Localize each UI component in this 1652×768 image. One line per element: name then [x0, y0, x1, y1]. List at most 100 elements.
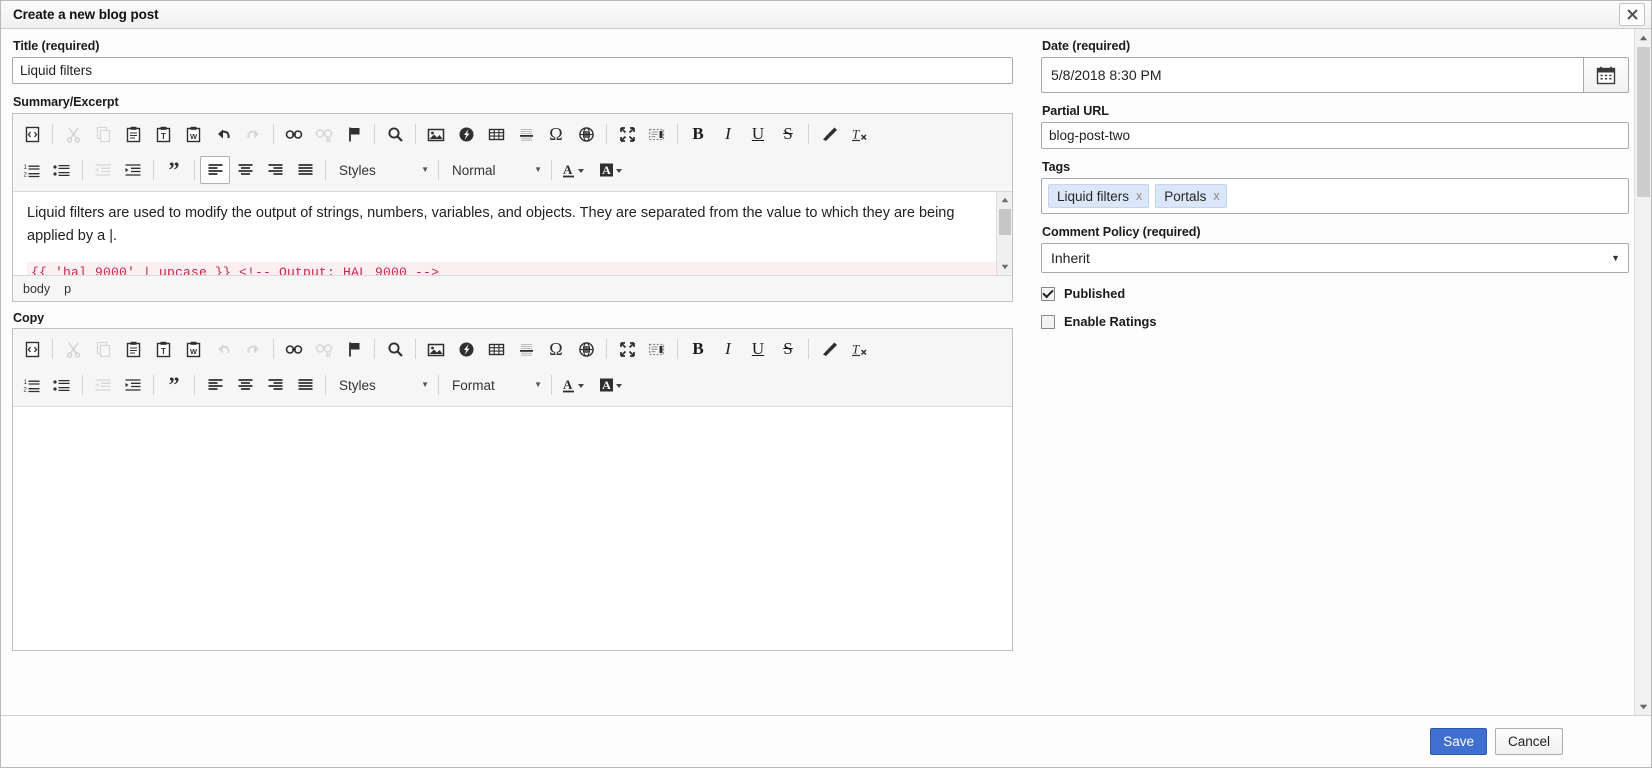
iframe-globe-icon[interactable]: [571, 120, 601, 148]
tag-pill[interactable]: Portals x: [1155, 184, 1227, 208]
partial-url-input[interactable]: [1041, 122, 1629, 149]
paste-text-icon[interactable]: T: [148, 120, 178, 148]
calendar-icon[interactable]: [1583, 57, 1629, 93]
table-icon[interactable]: [481, 120, 511, 148]
paste-word-icon[interactable]: W: [178, 120, 208, 148]
copy-editor-content[interactable]: [13, 407, 1012, 650]
element-path-item-body[interactable]: body: [23, 282, 50, 296]
anchor-flag-icon[interactable]: [339, 335, 369, 363]
paste-word-icon[interactable]: W: [178, 335, 208, 363]
scroll-up-icon[interactable]: [1635, 29, 1651, 46]
justify-icon[interactable]: [290, 371, 320, 399]
blockquote-icon[interactable]: ”: [159, 156, 189, 184]
tag-remove-icon[interactable]: x: [1136, 190, 1142, 203]
styles-dropdown[interactable]: Styles ▼: [331, 372, 433, 398]
search-icon[interactable]: [380, 120, 410, 148]
copy-formatting-icon[interactable]: [814, 335, 844, 363]
text-color-icon[interactable]: A: [557, 156, 595, 184]
show-blocks-icon[interactable]: [642, 335, 672, 363]
bold-icon[interactable]: B: [683, 120, 713, 148]
underline-icon[interactable]: U: [743, 335, 773, 363]
cut-icon[interactable]: [58, 335, 88, 363]
italic-icon[interactable]: I: [713, 335, 743, 363]
background-color-icon[interactable]: A: [595, 371, 633, 399]
paste-icon[interactable]: [118, 335, 148, 363]
undo-icon[interactable]: [208, 120, 238, 148]
redo-icon[interactable]: [238, 120, 268, 148]
outdent-icon[interactable]: [88, 371, 118, 399]
numbered-list-icon[interactable]: 12: [17, 371, 47, 399]
format-dropdown[interactable]: Normal ▼: [444, 157, 546, 183]
tags-input[interactable]: Liquid filters x Portals x: [1041, 178, 1629, 214]
bulleted-list-icon[interactable]: [47, 371, 77, 399]
copy-icon[interactable]: [88, 120, 118, 148]
anchor-flag-icon[interactable]: [339, 120, 369, 148]
text-color-icon[interactable]: A: [557, 371, 595, 399]
copy-formatting-icon[interactable]: [814, 120, 844, 148]
summary-editor-content[interactable]: Liquid filters are used to modify the ou…: [13, 192, 1012, 275]
paste-text-icon[interactable]: T: [148, 335, 178, 363]
flash-icon[interactable]: [451, 120, 481, 148]
source-icon[interactable]: [17, 335, 47, 363]
align-left-icon[interactable]: [200, 156, 230, 184]
align-right-icon[interactable]: [260, 371, 290, 399]
iframe-globe-icon[interactable]: [571, 335, 601, 363]
background-color-icon[interactable]: A: [595, 156, 633, 184]
special-character-icon[interactable]: Ω: [541, 335, 571, 363]
unlink-icon[interactable]: [309, 120, 339, 148]
outdent-icon[interactable]: [88, 156, 118, 184]
scroll-up-icon[interactable]: [997, 192, 1012, 208]
link-icon[interactable]: [279, 335, 309, 363]
published-checkbox[interactable]: [1041, 286, 1055, 301]
undo-icon[interactable]: [208, 335, 238, 363]
element-path-item-p[interactable]: p: [64, 282, 71, 296]
italic-icon[interactable]: I: [713, 120, 743, 148]
cancel-button[interactable]: Cancel: [1494, 728, 1563, 755]
special-character-icon[interactable]: Ω: [541, 120, 571, 148]
indent-icon[interactable]: [118, 156, 148, 184]
underline-icon[interactable]: U: [743, 120, 773, 148]
close-icon[interactable]: [1619, 3, 1645, 26]
tag-remove-icon[interactable]: x: [1213, 190, 1219, 203]
bold-icon[interactable]: B: [683, 335, 713, 363]
comment-policy-select[interactable]: Inherit ▼: [1041, 243, 1629, 273]
enable-ratings-checkbox-row[interactable]: Enable Ratings: [1041, 314, 1629, 329]
search-icon[interactable]: [380, 335, 410, 363]
bulleted-list-icon[interactable]: [47, 156, 77, 184]
redo-icon[interactable]: [238, 335, 268, 363]
show-blocks-icon[interactable]: [642, 120, 672, 148]
horizontal-rule-icon[interactable]: [511, 120, 541, 148]
save-button[interactable]: Save: [1430, 728, 1487, 755]
summary-editor-scrollbar[interactable]: [996, 192, 1012, 275]
dialog-scrollbar[interactable]: [1634, 29, 1651, 715]
link-icon[interactable]: [279, 120, 309, 148]
unlink-icon[interactable]: [309, 335, 339, 363]
align-left-icon[interactable]: [200, 371, 230, 399]
source-icon[interactable]: [17, 120, 47, 148]
enable-ratings-checkbox[interactable]: [1041, 314, 1055, 329]
maximize-icon[interactable]: [612, 335, 642, 363]
paste-icon[interactable]: [118, 120, 148, 148]
scroll-down-icon[interactable]: [997, 259, 1012, 275]
flash-icon[interactable]: [451, 335, 481, 363]
blockquote-icon[interactable]: ”: [159, 371, 189, 399]
copy-icon[interactable]: [88, 335, 118, 363]
title-input[interactable]: [12, 57, 1013, 84]
format-dropdown[interactable]: Format ▼: [444, 372, 546, 398]
styles-dropdown[interactable]: Styles ▼: [331, 157, 433, 183]
strikethrough-icon[interactable]: S: [773, 120, 803, 148]
align-center-icon[interactable]: [230, 371, 260, 399]
indent-icon[interactable]: [118, 371, 148, 399]
published-checkbox-row[interactable]: Published: [1041, 286, 1629, 301]
summary-scroll-thumb[interactable]: [999, 209, 1011, 235]
image-icon[interactable]: [421, 335, 451, 363]
table-icon[interactable]: [481, 335, 511, 363]
image-icon[interactable]: [421, 120, 451, 148]
tag-pill[interactable]: Liquid filters x: [1048, 184, 1150, 208]
dialog-scroll-thumb[interactable]: [1637, 47, 1650, 197]
cut-icon[interactable]: [58, 120, 88, 148]
remove-format-icon[interactable]: T: [844, 120, 874, 148]
justify-icon[interactable]: [290, 156, 320, 184]
align-center-icon[interactable]: [230, 156, 260, 184]
numbered-list-icon[interactable]: 12: [17, 156, 47, 184]
